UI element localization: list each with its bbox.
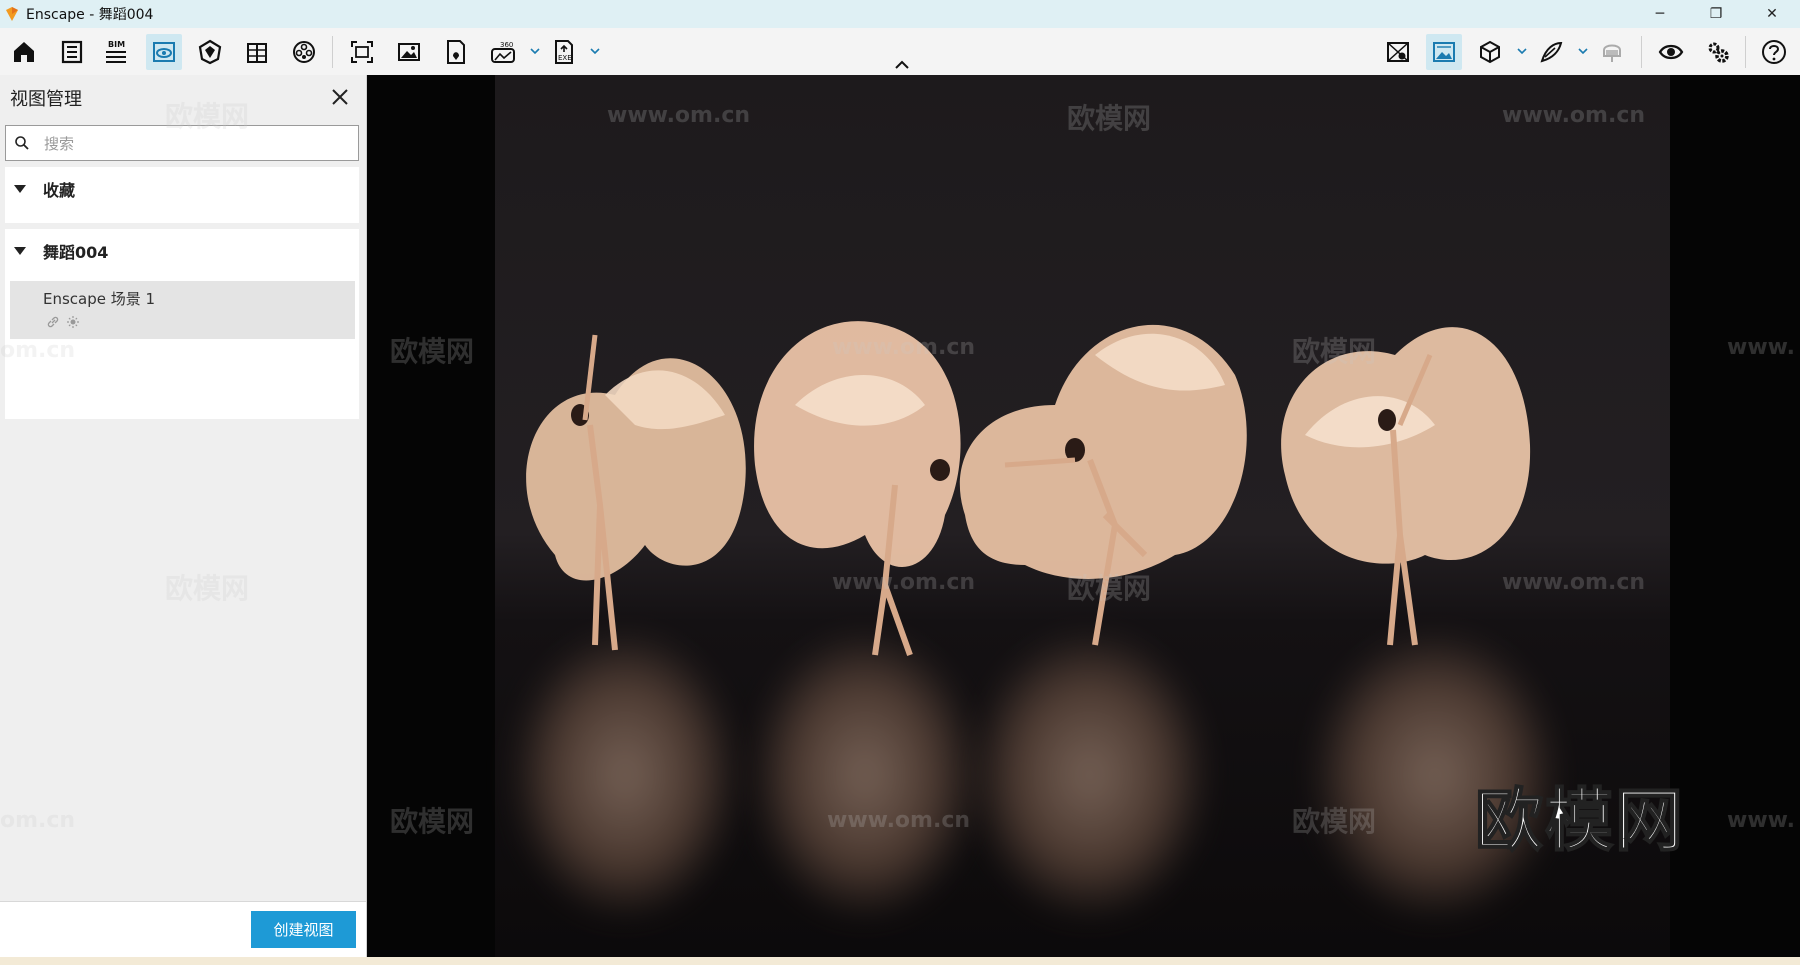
search-input[interactable] <box>42 132 346 156</box>
watermark-url: www.om.cn <box>607 103 751 128</box>
watermark-text: 欧模网 <box>165 100 250 133</box>
watermark-url-partial: www. <box>1727 335 1795 360</box>
vr-headset-icon[interactable] <box>1594 34 1630 70</box>
watermark-text: 欧模网 <box>390 335 475 368</box>
atmosphere-icon[interactable] <box>286 34 322 70</box>
watermark-url: www.om.cn <box>1502 570 1646 595</box>
chevron-down-icon[interactable] <box>588 44 602 58</box>
watermark-url: www.om.cn <box>832 570 976 595</box>
watermark-text: 欧模网 <box>165 572 250 605</box>
panorama-icon[interactable] <box>438 34 474 70</box>
project-label: 舞蹈004 <box>43 243 109 262</box>
export-360-icon[interactable]: 360 <box>485 34 521 70</box>
taskbar-edge <box>0 957 1800 965</box>
bim-icon[interactable]: BIM <box>98 34 134 70</box>
restore-button[interactable]: ❐ <box>1688 0 1744 28</box>
settings-icon[interactable] <box>1700 34 1736 70</box>
link-icon[interactable] <box>46 315 60 329</box>
triangle-down-icon <box>14 247 26 255</box>
title-bar: Enscape - 舞蹈004 ─ ❐ ✕ <box>0 0 1800 28</box>
minimize-button[interactable]: ─ <box>1632 0 1688 28</box>
bim-label: BIM <box>108 40 125 49</box>
home-icon[interactable] <box>6 34 42 70</box>
sun-icon[interactable] <box>66 315 80 329</box>
chevron-down-icon[interactable] <box>528 44 542 58</box>
project-section: 舞蹈004 Enscape 场景 1 <box>5 229 359 419</box>
asset-library-icon[interactable] <box>54 34 90 70</box>
watermark-text: 欧模网 <box>1067 572 1152 605</box>
watermark-url: www.om.cn <box>827 808 971 833</box>
watermark-url-partial: www. <box>1727 808 1795 833</box>
render-viewport[interactable]: www.om.cn 欧模网 www.om.cn 欧模网 www.om.cn 欧模… <box>367 75 1800 957</box>
favorites-section: 收藏 <box>5 167 359 223</box>
watermark-text: 欧模网 <box>1067 102 1152 135</box>
building-icon[interactable] <box>239 34 275 70</box>
window-title: Enscape - 舞蹈004 <box>26 7 154 23</box>
watermark-text: 欧模网 <box>1292 335 1377 368</box>
watermark-url: www.om.cn <box>832 335 976 360</box>
favorites-label: 收藏 <box>43 181 76 200</box>
help-icon[interactable] <box>1756 34 1792 70</box>
svg-text:360: 360 <box>500 41 513 49</box>
panel-footer: 创建视图 <box>0 901 366 958</box>
create-view-button[interactable]: 创建视图 <box>251 911 356 948</box>
triangle-down-icon <box>14 185 26 193</box>
batch-render-icon[interactable] <box>391 34 427 70</box>
screenshot-icon[interactable] <box>344 34 380 70</box>
watermark-url-partial: om.cn <box>0 338 76 363</box>
watermark-url: www.om.cn <box>1502 103 1646 128</box>
favorites-header[interactable]: 收藏 <box>5 167 359 211</box>
collapse-toolbar-chevron-icon[interactable] <box>892 58 912 72</box>
brand-watermark: 欧模网 <box>1474 781 1686 862</box>
close-window-button[interactable]: ✕ <box>1744 0 1800 28</box>
view-item-name: Enscape 场景 1 <box>43 290 156 308</box>
watermark-url-partial: om.cn <box>0 808 76 833</box>
watermark-text: 欧模网 <box>390 805 475 838</box>
chevron-down-icon[interactable] <box>1515 44 1529 58</box>
dancer-figure-3 <box>959 324 1247 646</box>
export-exe-icon[interactable]: EXE <box>546 34 582 70</box>
cube-icon[interactable] <box>1472 34 1508 70</box>
visibility-icon[interactable] <box>1653 34 1689 70</box>
close-icon[interactable] <box>326 83 354 111</box>
chevron-down-icon[interactable] <box>1576 44 1590 58</box>
enscape-logo-icon <box>6 7 18 21</box>
panel-title: 视图管理 <box>10 89 82 110</box>
svg-text:EXE: EXE <box>558 54 572 62</box>
material-editor-icon[interactable] <box>192 34 228 70</box>
search-icon <box>15 136 29 150</box>
view-management-icon[interactable] <box>146 34 182 70</box>
dancer-figure-1 <box>526 334 746 651</box>
visual-settings-icon[interactable] <box>1426 34 1462 70</box>
view-list-item[interactable]: Enscape 场景 1 <box>10 281 355 339</box>
minimap-icon[interactable] <box>1380 34 1416 70</box>
watermark-text: 欧模网 <box>1292 805 1377 838</box>
project-header[interactable]: 舞蹈004 <box>5 229 359 273</box>
sketch-mode-icon[interactable] <box>1533 34 1569 70</box>
